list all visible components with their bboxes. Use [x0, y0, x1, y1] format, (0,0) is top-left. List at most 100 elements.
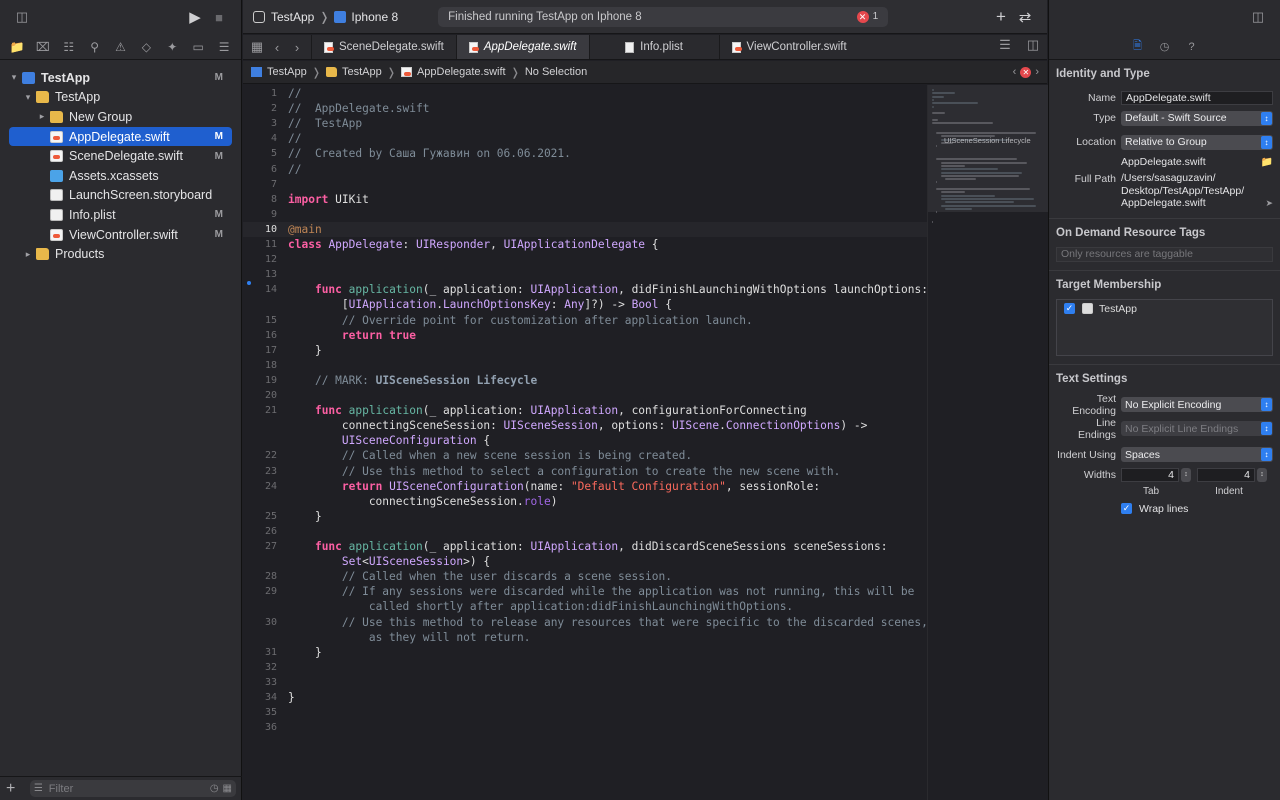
- target-checkbox[interactable]: ✓: [1064, 303, 1075, 314]
- code-review-toggle-icon[interactable]: ⇄: [1013, 7, 1037, 27]
- editor-options-icon[interactable]: ☰: [991, 35, 1019, 55]
- next-issue-icon[interactable]: ›: [1035, 66, 1039, 78]
- debug-spray-icon[interactable]: ✦: [159, 37, 185, 57]
- swift-file-icon: [324, 41, 334, 53]
- file-tree-item[interactable]: SceneDelegate.swift M: [0, 146, 241, 166]
- target-row[interactable]: ✓ TestApp: [1064, 303, 1265, 315]
- help-icon[interactable]: ?: [1178, 37, 1205, 57]
- identity-section: Identity and Type Name AppDelegate.swift…: [1049, 60, 1280, 219]
- source-editor[interactable]: 1 // 2 // AppDelegate.swift 3 // TestApp 4 // 5 /…: [243, 85, 927, 800]
- code-token: // MARK:: [314, 373, 376, 387]
- wrap-lines-label: Wrap lines: [1139, 502, 1189, 515]
- scheme-selector[interactable]: TestApp ❭ Iphone 8: [253, 10, 398, 24]
- breakpoint-icon[interactable]: ▭: [185, 37, 211, 57]
- code-token: , sessionRole:: [725, 479, 821, 493]
- code-line: 36: [243, 720, 927, 735]
- activity-viewer[interactable]: Finished running TestApp on Iphone 8 ✕ 1: [438, 6, 889, 27]
- history-icon[interactable]: ◷: [1151, 37, 1178, 57]
- chevron-down-icon[interactable]: ▾: [22, 92, 34, 103]
- tab-width-field[interactable]: 4: [1121, 467, 1179, 482]
- minimap[interactable]: UISceneSession Lifecycle: [927, 85, 1048, 800]
- text-encoding-popup[interactable]: No Explicit Encoding: [1121, 397, 1273, 412]
- chevron-right-icon[interactable]: ▸: [36, 111, 48, 122]
- stepper-arrows-icon[interactable]: ↕: [1257, 467, 1267, 482]
- chevron-down-icon[interactable]: ▾: [8, 72, 20, 83]
- code-token: //: [288, 162, 302, 176]
- search-icon[interactable]: ⚲: [82, 37, 108, 57]
- file-tree-item[interactable]: Info.plist M: [0, 205, 241, 225]
- error-icon[interactable]: ✕: [1020, 66, 1032, 78]
- indent-width-field[interactable]: 4: [1197, 467, 1255, 482]
- code-text: return UISceneConfiguration(name: "Defau…: [288, 479, 820, 494]
- editor-tab[interactable]: ViewController.swift: [718, 35, 859, 59]
- sidebar-toggle-icon[interactable]: ◫: [10, 7, 34, 27]
- issue-warning-icon[interactable]: ⚠: [108, 37, 134, 57]
- file-inspector-icon[interactable]: 🗎: [1124, 37, 1151, 57]
- symbol-navigator-icon[interactable]: ☷: [56, 37, 82, 57]
- back-arrow-icon[interactable]: ‹: [267, 37, 287, 57]
- indent-using-popup[interactable]: Spaces: [1121, 447, 1273, 462]
- line-number: 3: [270, 118, 277, 130]
- reveal-in-finder-icon[interactable]: ➤: [1265, 198, 1273, 209]
- source-control-icon[interactable]: ⌧: [30, 37, 56, 57]
- breadcrumb-file[interactable]: AppDelegate.swift: [400, 66, 506, 78]
- breadcrumb-group[interactable]: TestApp: [325, 66, 382, 78]
- tab-width-stepper[interactable]: 4 ↕: [1121, 467, 1191, 482]
- line-number: 36: [264, 722, 277, 734]
- stepper-arrows-icon[interactable]: ↕: [1181, 467, 1191, 482]
- report-icon[interactable]: ☰: [211, 37, 237, 57]
- chevron-right-icon[interactable]: ▸: [22, 249, 34, 260]
- wrap-lines-checkbox[interactable]: ✓: [1121, 503, 1132, 514]
- add-file-icon[interactable]: +: [6, 780, 24, 798]
- indent-width-stepper[interactable]: 4 ↕: [1197, 467, 1267, 482]
- file-tree-item[interactable]: ▾ TestApp M: [0, 68, 241, 88]
- editor-tab[interactable]: SceneDelegate.swift: [311, 35, 456, 59]
- full-path-label: Full Path: [1074, 173, 1116, 185]
- add-library-icon[interactable]: +: [989, 7, 1013, 27]
- split-editor-icon[interactable]: ◫: [1019, 35, 1047, 55]
- name-field[interactable]: AppDelegate.swift: [1121, 91, 1273, 105]
- breadcrumb-selection[interactable]: No Selection: [525, 66, 587, 78]
- editor-tab[interactable]: Info.plist: [588, 35, 719, 59]
- code-token: // Created by Саша Гужавин on 06.06.2021…: [288, 147, 571, 161]
- file-tree-item[interactable]: ▸ Products: [0, 244, 241, 264]
- file-tree-item[interactable]: AppDelegate.swift M: [9, 126, 232, 147]
- test-diamond-icon[interactable]: ◇: [133, 37, 159, 57]
- source-control-filter-icon[interactable]: ▦: [223, 783, 232, 794]
- editor-tab[interactable]: AppDelegate.swift: [455, 35, 589, 59]
- error-icon[interactable]: ✕: [856, 10, 869, 23]
- code-token: return: [341, 479, 383, 493]
- folder-icon[interactable]: 📁: [4, 37, 30, 57]
- filter-input[interactable]: [48, 782, 210, 795]
- file-tree-item[interactable]: ViewController.swift M: [0, 225, 241, 245]
- forward-arrow-icon[interactable]: ›: [287, 37, 307, 57]
- location-popup[interactable]: Relative to Group: [1121, 134, 1273, 150]
- run-button[interactable]: ▶: [183, 7, 207, 27]
- filter-options-icon[interactable]: ☰: [34, 783, 43, 794]
- code-text: // Called when the user discards a scene…: [288, 569, 672, 584]
- minimap-line: [936, 158, 1017, 161]
- stop-button[interactable]: ■: [207, 7, 231, 27]
- recent-files-icon[interactable]: ◷: [210, 783, 219, 794]
- breadcrumb-project[interactable]: TestApp: [251, 66, 307, 78]
- file-tree-item[interactable]: LaunchScreen.storyboard: [0, 186, 241, 206]
- type-popup[interactable]: Default - Swift Source: [1121, 110, 1273, 126]
- inspector-tabs: 🗎 ◷ ?: [1049, 34, 1280, 60]
- code-line: 25 }: [243, 509, 927, 524]
- modified-badge: M: [214, 229, 223, 241]
- related-items-icon[interactable]: ▦: [247, 37, 267, 57]
- code-token: UIApplication: [530, 404, 619, 418]
- file-tree-item[interactable]: Assets.xcassets: [0, 166, 241, 186]
- file-tree-item[interactable]: ▾ TestApp: [0, 88, 241, 108]
- indent-using-label: Indent Using: [1057, 448, 1116, 461]
- previous-issue-icon[interactable]: ‹: [1013, 66, 1017, 78]
- folder-icon[interactable]: 📁: [1261, 157, 1273, 168]
- inspector-toggle-icon[interactable]: ◫: [1246, 7, 1270, 27]
- code-token: ConnectionOptions: [725, 419, 841, 433]
- code-token: application: [348, 540, 423, 553]
- full-path-line: /Users/sasaguzavin/: [1121, 172, 1216, 184]
- file-tree-item[interactable]: ▸ New Group: [0, 107, 241, 127]
